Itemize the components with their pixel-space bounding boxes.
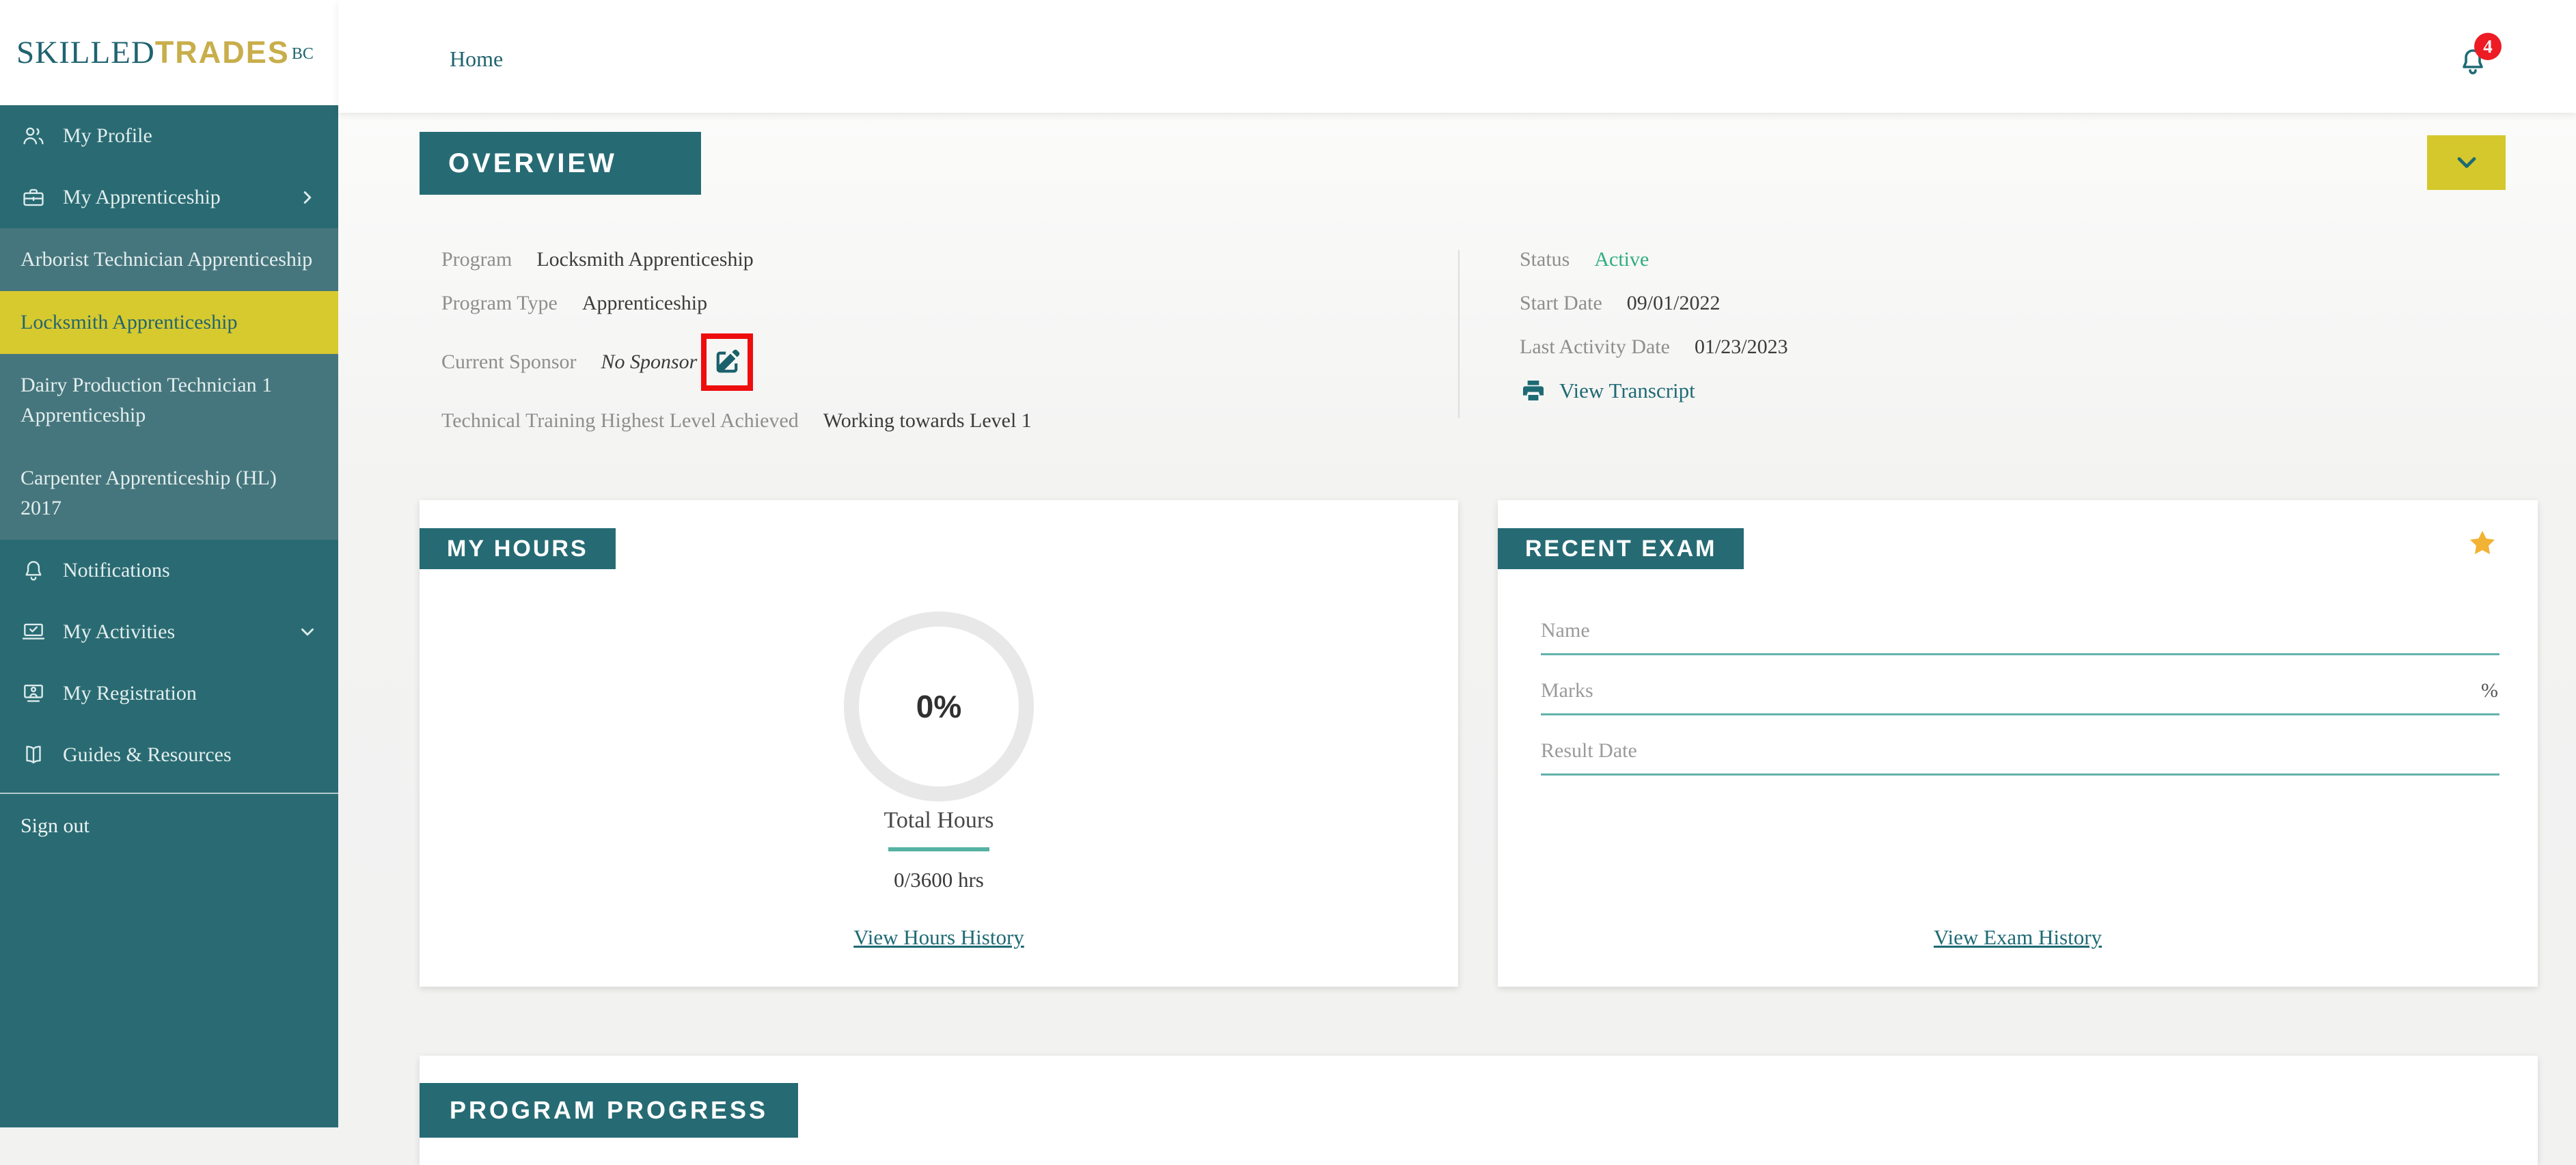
training-level-row: Technical Training Highest Level Achieve… (441, 407, 1439, 435)
sidebar-item-notifications[interactable]: Notifications (0, 540, 338, 601)
status-label: Status (1520, 248, 1570, 271)
chevron-down-icon (297, 622, 318, 642)
current-sponsor-row: Current Sponsor No Sponsor (441, 333, 1439, 391)
program-info-column: Program Locksmith Apprenticeship Program… (441, 246, 1439, 451)
view-hours-history-link[interactable]: View Hours History (853, 925, 1024, 949)
program-progress-card: PROGRAM PROGRESS (420, 1056, 2538, 1165)
program-type-value: Apprenticeship (581, 292, 708, 314)
exam-fields: Name Marks % Result Date (1541, 615, 2499, 795)
recent-exam-title: RECENT EXAM (1498, 528, 1744, 569)
program-type-row: Program Type Apprenticeship (441, 290, 1439, 317)
current-sponsor-label: Current Sponsor (441, 351, 577, 373)
sidebar-item-dairy-apprenticeship[interactable]: Dairy Production Technician 1 Apprentice… (0, 354, 338, 447)
current-sponsor-value: No Sponsor (601, 351, 698, 373)
logo: SKILLEDTRADES BC (0, 0, 338, 105)
logo-skilled-text: SKILLED (16, 35, 155, 70)
status-info-column: Status Active Start Date 09/01/2022 Last… (1520, 246, 2340, 405)
bell-icon (20, 558, 46, 584)
sidebar-nav: My Profile My Apprenticeship Arborist Te… (0, 105, 338, 858)
my-hours-title: MY HOURS (420, 528, 616, 569)
profile-icon (20, 123, 46, 149)
exam-marks-label: Marks (1541, 679, 1593, 702)
notifications-bell-button[interactable]: 4 (2456, 33, 2518, 94)
hours-percent-value: 0% (916, 689, 962, 724)
sidebar-item-guides-resources[interactable]: Guides & Resources (0, 724, 338, 786)
program-label: Program (441, 248, 512, 271)
exam-name-label: Name (1541, 619, 1590, 642)
marks-percent-suffix: % (2481, 679, 2498, 702)
notification-count-badge: 4 (2474, 33, 2502, 60)
sign-out-button[interactable]: Sign out (0, 794, 338, 858)
overview-section-title: OVERVIEW (420, 132, 701, 195)
edit-icon (717, 349, 740, 373)
last-activity-row: Last Activity Date 01/23/2023 (1520, 333, 2340, 361)
logo-bc-superscript: BC (291, 44, 314, 63)
my-hours-card: MY HOURS 0% Total Hours 0/3600 hrs View … (420, 500, 1458, 987)
program-type-label: Program Type (441, 292, 558, 314)
exam-name-field: Name (1541, 615, 2499, 675)
start-date-row: Start Date 09/01/2022 (1520, 290, 2340, 317)
view-transcript-link[interactable]: View Transcript (1520, 377, 2340, 405)
status-row: Status Active (1520, 246, 2340, 273)
sidebar-item-label: Guides & Resources (63, 743, 232, 766)
sidebar-item-my-registration[interactable]: My Registration (0, 663, 338, 724)
star-icon (2469, 530, 2495, 555)
sidebar: SKILLEDTRADES BC My Profile My Apprentice… (0, 0, 338, 1127)
field-underline (1541, 713, 2499, 715)
logo-trades-text: TRADES (154, 35, 290, 70)
view-exam-history-link[interactable]: View Exam History (1934, 925, 2102, 949)
last-activity-value: 01/23/2023 (1694, 335, 1788, 358)
training-level-label: Technical Training Highest Level Achieve… (441, 409, 799, 432)
training-level-value: Working towards Level 1 (823, 409, 1032, 432)
exam-result-date-field: Result Date (1541, 735, 2499, 795)
field-underline (1541, 653, 2499, 655)
exam-result-date-label: Result Date (1541, 739, 1637, 762)
status-badge: Active (1594, 248, 1649, 271)
overview-column-divider (1458, 250, 1460, 418)
sidebar-item-label: My Activities (63, 620, 176, 643)
total-hours-underline (888, 847, 989, 851)
chevron-down-icon (2457, 157, 2476, 168)
laptop-check-icon (20, 619, 46, 645)
view-exam-history-wrap: View Exam History (1498, 925, 2538, 950)
apprenticeship-submenu: Arborist Technician Apprenticeship Locks… (0, 228, 338, 540)
last-activity-label: Last Activity Date (1520, 335, 1670, 358)
sidebar-item-label: My Apprenticeship (63, 186, 221, 208)
start-date-value: 09/01/2022 (1626, 292, 1721, 314)
chevron-right-icon (297, 187, 318, 208)
edit-sponsor-button[interactable] (711, 346, 743, 378)
sidebar-item-my-apprenticeship[interactable]: My Apprenticeship (0, 167, 338, 228)
total-hours-label: Total Hours (883, 808, 994, 833)
sidebar-item-locksmith-apprenticeship[interactable]: Locksmith Apprenticeship (0, 291, 338, 354)
sidebar-item-label: My Profile (63, 124, 152, 147)
breadcrumb-home-link[interactable]: Home (450, 46, 503, 72)
briefcase-icon (20, 184, 46, 210)
view-transcript-label: View Transcript (1559, 379, 1695, 402)
printer-icon (1523, 381, 1544, 402)
program-value: Locksmith Apprenticeship (536, 248, 754, 271)
exam-marks-field: Marks % (1541, 675, 2499, 735)
sidebar-item-my-activities[interactable]: My Activities (0, 601, 338, 663)
edit-sponsor-highlight (701, 333, 754, 391)
sidebar-item-arborist-apprenticeship[interactable]: Arborist Technician Apprenticeship (0, 228, 338, 291)
top-header: Home 4 (338, 0, 2576, 113)
start-date-label: Start Date (1520, 292, 1602, 314)
sidebar-item-label: My Registration (63, 682, 197, 704)
hours-fraction-value: 0/3600 hrs (894, 868, 984, 892)
view-hours-history-wrap: View Hours History (420, 925, 1458, 950)
recent-exam-card: RECENT EXAM Name Marks % Result Date Vie… (1498, 500, 2538, 987)
field-underline (1541, 773, 2499, 776)
sidebar-item-label: Notifications (63, 559, 170, 581)
sidebar-item-my-profile[interactable]: My Profile (0, 105, 338, 167)
sidebar-item-carpenter-apprenticeship[interactable]: Carpenter Apprenticeship (HL) 2017 (0, 447, 338, 540)
collapse-overview-button[interactable] (2427, 135, 2506, 190)
registration-icon (20, 681, 46, 707)
program-row: Program Locksmith Apprenticeship (441, 246, 1439, 273)
program-progress-title: PROGRAM PROGRESS (420, 1083, 799, 1138)
book-icon (20, 742, 46, 768)
